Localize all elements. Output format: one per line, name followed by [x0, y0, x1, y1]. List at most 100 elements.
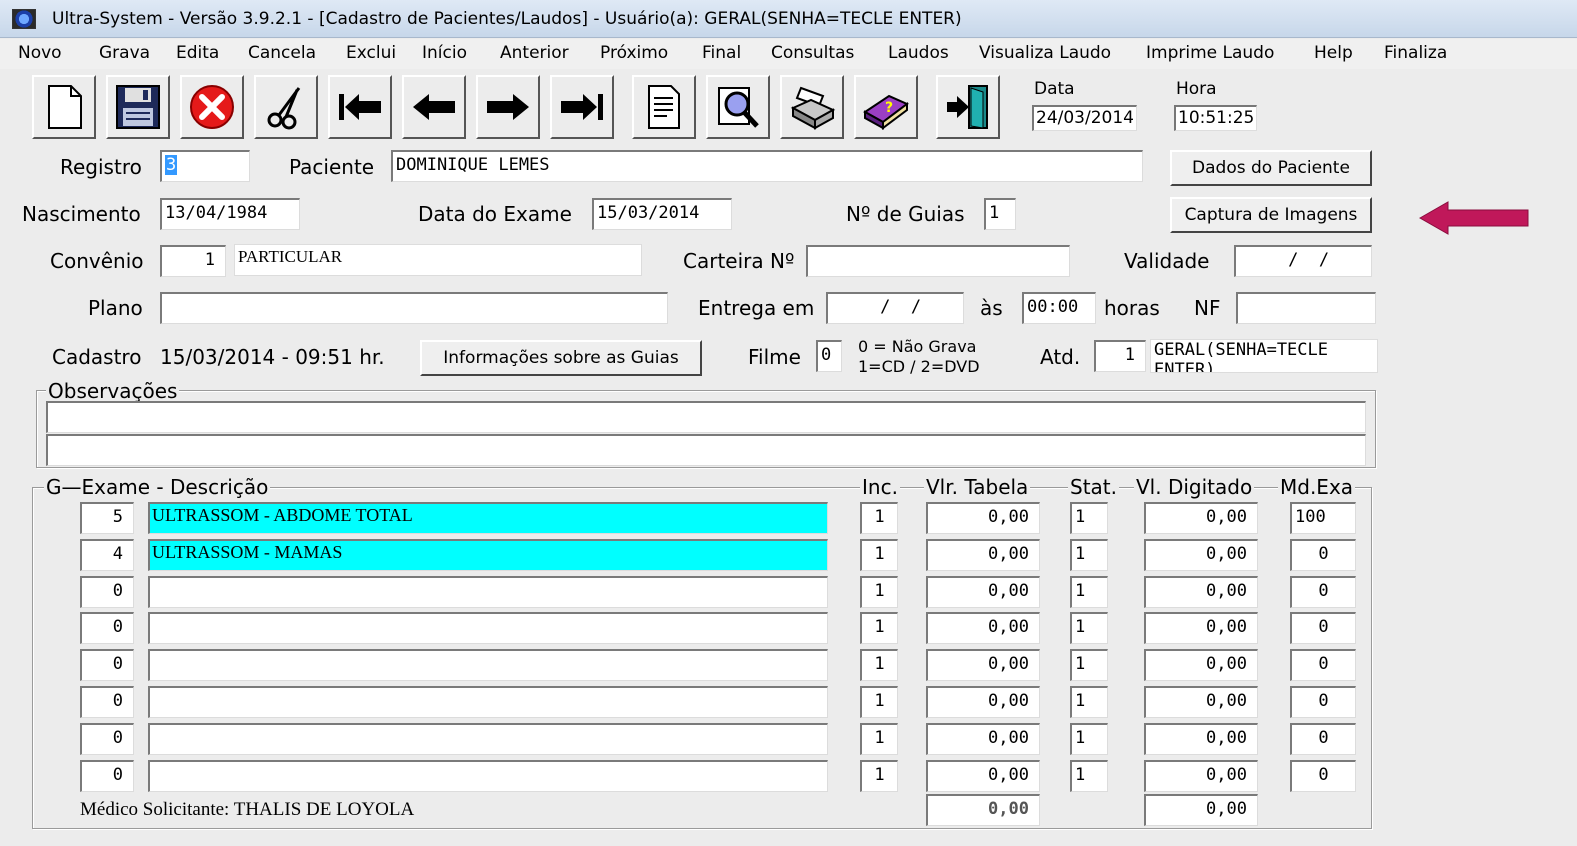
exam-code-cell[interactable]: 5: [80, 502, 134, 534]
exam-description-cell[interactable]: [148, 686, 828, 718]
exam-code-cell[interactable]: 4: [80, 539, 134, 571]
exam-inc-cell[interactable]: 1: [860, 686, 898, 718]
exam-stat-cell[interactable]: 1: [1070, 760, 1108, 792]
exam-vl-digitado-cell[interactable]: 0,00: [1144, 612, 1258, 644]
menu-grava[interactable]: Grava: [99, 43, 150, 63]
cancel-button[interactable]: [180, 75, 244, 139]
registro-field[interactable]: 3: [160, 150, 250, 182]
exam-md-exa-cell[interactable]: 0: [1290, 723, 1356, 755]
exam-description-cell[interactable]: [148, 612, 828, 644]
exam-vlr-tabela-cell[interactable]: 0,00: [926, 539, 1040, 571]
exam-code-cell[interactable]: 0: [80, 723, 134, 755]
menu-edita[interactable]: Edita: [176, 43, 219, 63]
exam-description-cell[interactable]: [148, 649, 828, 681]
exam-stat-cell[interactable]: 1: [1070, 612, 1108, 644]
nascimento-field[interactable]: 13/04/1984: [160, 198, 300, 230]
exam-vlr-tabela-cell[interactable]: 0,00: [926, 723, 1040, 755]
exam-stat-cell[interactable]: 1: [1070, 576, 1108, 608]
nf-field[interactable]: [1236, 292, 1376, 324]
exam-inc-cell[interactable]: 1: [860, 576, 898, 608]
exam-code-cell[interactable]: 0: [80, 612, 134, 644]
exam-vl-digitado-cell[interactable]: 0,00: [1144, 760, 1258, 792]
dados-paciente-button[interactable]: Dados do Paciente: [1170, 150, 1372, 186]
exam-code-cell[interactable]: 0: [80, 649, 134, 681]
exam-code-cell[interactable]: 0: [80, 686, 134, 718]
menu-laudos[interactable]: Laudos: [888, 43, 949, 63]
exam-vl-digitado-cell[interactable]: 0,00: [1144, 539, 1258, 571]
exam-description-cell[interactable]: [148, 760, 828, 792]
menu-imprime-laudo[interactable]: Imprime Laudo: [1146, 43, 1274, 63]
first-record-button[interactable]: [328, 75, 392, 139]
report-button[interactable]: [632, 75, 696, 139]
exam-stat-cell[interactable]: 1: [1070, 539, 1108, 571]
validade-field[interactable]: / /: [1234, 245, 1372, 277]
plano-field[interactable]: [160, 292, 668, 324]
exam-stat-cell[interactable]: 1: [1070, 502, 1108, 534]
new-button[interactable]: [32, 75, 96, 139]
exam-description-cell[interactable]: ULTRASSOM - ABDOME TOTAL: [148, 502, 828, 534]
exam-vl-digitado-cell[interactable]: 0,00: [1144, 649, 1258, 681]
exam-vlr-tabela-cell[interactable]: 0,00: [926, 649, 1040, 681]
save-button[interactable]: [106, 75, 170, 139]
search-button[interactable]: [706, 75, 770, 139]
exam-description-cell[interactable]: [148, 723, 828, 755]
observacoes-line-1[interactable]: [46, 401, 1366, 433]
menu-visualiza-laudo[interactable]: Visualiza Laudo: [979, 43, 1111, 63]
help-button[interactable]: ?: [854, 75, 918, 139]
filme-field[interactable]: 0: [816, 340, 842, 372]
menu-inicio[interactable]: Início: [422, 43, 467, 63]
exam-inc-cell[interactable]: 1: [860, 539, 898, 571]
convenio-code-field[interactable]: 1: [160, 245, 226, 277]
entrega-field[interactable]: / /: [826, 292, 964, 324]
menu-cancela[interactable]: Cancela: [248, 43, 316, 63]
exam-inc-cell[interactable]: 1: [860, 649, 898, 681]
exam-vl-digitado-cell[interactable]: 0,00: [1144, 723, 1258, 755]
carteira-field[interactable]: [806, 245, 1070, 277]
menu-final[interactable]: Final: [702, 43, 741, 63]
exam-vlr-tabela-cell[interactable]: 0,00: [926, 612, 1040, 644]
exam-inc-cell[interactable]: 1: [860, 502, 898, 534]
menu-novo[interactable]: Novo: [18, 43, 62, 63]
atd-code-field[interactable]: 1: [1094, 340, 1146, 372]
guias-field[interactable]: 1: [984, 198, 1016, 230]
paciente-field[interactable]: DOMINIQUE LEMES: [391, 150, 1143, 182]
exam-vlr-tabela-cell[interactable]: 0,00: [926, 760, 1040, 792]
exam-stat-cell[interactable]: 1: [1070, 686, 1108, 718]
menu-proximo[interactable]: Próximo: [600, 43, 668, 63]
exam-stat-cell[interactable]: 1: [1070, 723, 1108, 755]
last-record-button[interactable]: [550, 75, 614, 139]
informacoes-guias-button[interactable]: Informações sobre as Guias: [420, 340, 702, 376]
exam-description-cell[interactable]: [148, 576, 828, 608]
exam-vlr-tabela-cell[interactable]: 0,00: [926, 502, 1040, 534]
menu-finaliza[interactable]: Finaliza: [1384, 43, 1447, 63]
hora-entrega-field[interactable]: 00:00: [1022, 292, 1096, 324]
exam-code-cell[interactable]: 0: [80, 760, 134, 792]
observacoes-line-2[interactable]: [46, 434, 1366, 466]
menu-consultas[interactable]: Consultas: [771, 43, 854, 63]
exam-inc-cell[interactable]: 1: [860, 723, 898, 755]
menu-help[interactable]: Help: [1314, 43, 1353, 63]
exam-code-cell[interactable]: 0: [80, 576, 134, 608]
previous-record-button[interactable]: [402, 75, 466, 139]
delete-button[interactable]: [254, 75, 318, 139]
exam-md-exa-cell[interactable]: 0: [1290, 760, 1356, 792]
menu-exclui[interactable]: Exclui: [346, 43, 396, 63]
data-exame-field[interactable]: 15/03/2014: [592, 198, 732, 230]
exam-vl-digitado-cell[interactable]: 0,00: [1144, 686, 1258, 718]
exam-md-exa-cell[interactable]: 0: [1290, 686, 1356, 718]
next-record-button[interactable]: [476, 75, 540, 139]
print-button[interactable]: [780, 75, 844, 139]
menu-anterior[interactable]: Anterior: [500, 43, 569, 63]
exam-description-cell[interactable]: ULTRASSOM - MAMAS: [148, 539, 828, 571]
exam-md-exa-cell[interactable]: 0: [1290, 576, 1356, 608]
exam-vl-digitado-cell[interactable]: 0,00: [1144, 576, 1258, 608]
exam-md-exa-cell[interactable]: 0: [1290, 539, 1356, 571]
exit-button[interactable]: [936, 75, 1000, 139]
exam-inc-cell[interactable]: 1: [860, 760, 898, 792]
exam-vlr-tabela-cell[interactable]: 0,00: [926, 576, 1040, 608]
captura-imagens-button[interactable]: Captura de Imagens: [1170, 197, 1372, 233]
exam-inc-cell[interactable]: 1: [860, 612, 898, 644]
exam-md-exa-cell[interactable]: 0: [1290, 649, 1356, 681]
exam-stat-cell[interactable]: 1: [1070, 649, 1108, 681]
exam-vlr-tabela-cell[interactable]: 0,00: [926, 686, 1040, 718]
